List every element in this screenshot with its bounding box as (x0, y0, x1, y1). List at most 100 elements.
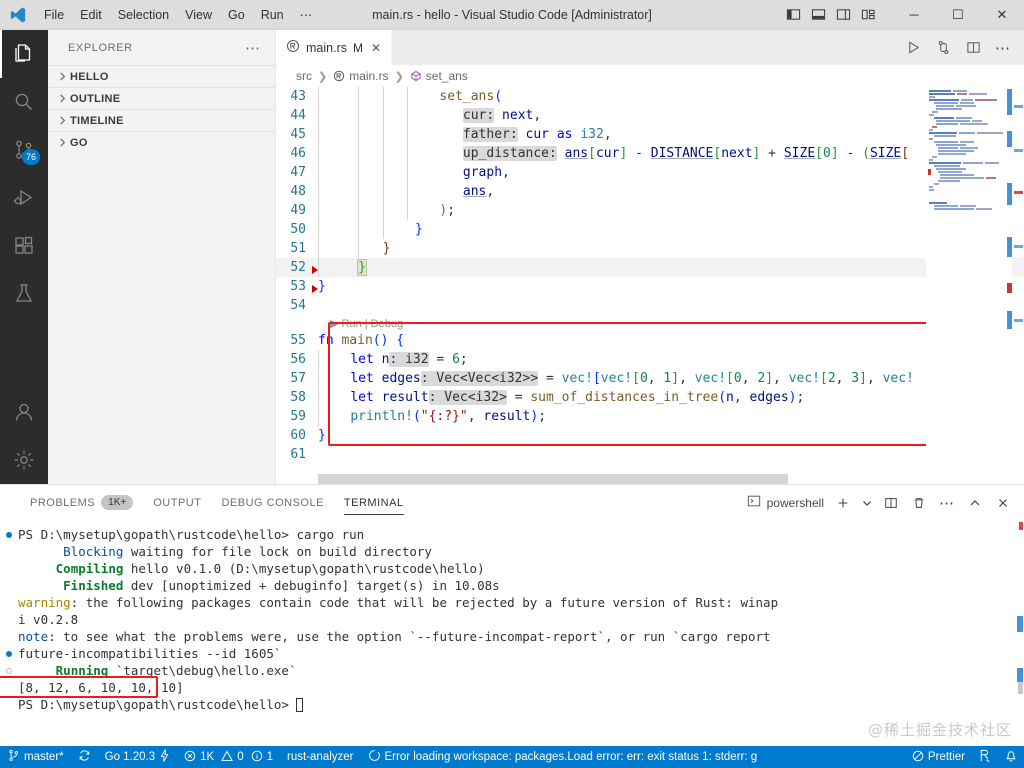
activity-explorer[interactable] (0, 30, 48, 78)
info-count: 1 (266, 751, 274, 763)
source-control-badge: 76 (21, 149, 40, 165)
codelens-run-debug[interactable]: ▶ Run | Debug (276, 315, 1024, 331)
tab-debug-console[interactable]: DEBUG CONSOLE (211, 485, 333, 520)
menu-edit[interactable]: Edit (72, 4, 110, 26)
code-line-60[interactable]: 60} (276, 426, 1024, 445)
split-changes-icon[interactable] (934, 39, 952, 57)
breadcrumb-item-file[interactable]: main.rs (333, 69, 389, 83)
code-line-56[interactable]: 56 let n: i32 = 6; (276, 350, 1024, 369)
breadcrumb-item-symbol[interactable]: set_ans (410, 69, 468, 83)
bell-icon (1005, 749, 1017, 765)
sidebar-item-outline[interactable]: OUTLINE (48, 87, 275, 109)
status-notifications[interactable] (998, 746, 1024, 768)
status-rust-analyzer[interactable]: rust-analyzer (280, 746, 360, 768)
chevron-right-icon (54, 72, 70, 81)
toggle-secondary-sidebar-icon[interactable] (834, 5, 853, 24)
code-line-53[interactable]: 53} (276, 277, 1024, 296)
code-line-47[interactable]: 47 graph, (276, 163, 1024, 182)
menu-run[interactable]: Run (253, 4, 292, 26)
code-line-61[interactable]: 61 (276, 445, 1024, 464)
tab-output[interactable]: OUTPUT (143, 485, 211, 520)
rust-file-icon (286, 39, 300, 56)
panel-actions: powershell ⋯ (747, 494, 1024, 512)
terminal-prompt-line[interactable]: PS D:\mysetup\gopath\rustcode\hello> (18, 696, 1024, 713)
code-line-54[interactable]: 54 (276, 296, 1024, 315)
menu-view[interactable]: View (177, 4, 220, 26)
maximize-button[interactable]: ☐ (936, 0, 980, 30)
code-line-45[interactable]: 45 father: cur as i32, (276, 125, 1024, 144)
tab-close-icon[interactable]: ✕ (371, 41, 381, 55)
breadcrumb-separator-icon: ❯ (394, 70, 404, 83)
status-radon[interactable] (972, 746, 998, 768)
sidebar-item-hello[interactable]: HELLO (48, 65, 275, 87)
menu-file[interactable]: File (36, 4, 72, 26)
minimize-button[interactable]: ─ (892, 0, 936, 30)
activity-extensions[interactable] (0, 222, 48, 270)
code-line-58[interactable]: 58 let result: Vec<i32> = sum_of_distanc… (276, 388, 1024, 407)
maximize-panel-icon[interactable] (966, 494, 984, 512)
menu-go[interactable]: Go (220, 4, 253, 26)
new-terminal-icon[interactable] (834, 494, 852, 512)
files-icon (15, 44, 31, 62)
sidebar-item-go[interactable]: GO (48, 131, 275, 153)
activity-search[interactable] (0, 78, 48, 126)
code-line-50[interactable]: 50 } (276, 220, 1024, 239)
tab-main-rs[interactable]: main.rs M ✕ (276, 30, 393, 65)
code-line-52[interactable]: 52 } (276, 258, 1024, 277)
code-line-59[interactable]: 59 println!("{:?}", result); (276, 407, 1024, 426)
menu-more[interactable]: ⋯ (292, 4, 321, 26)
terminal-scrollbar[interactable] (1012, 520, 1024, 746)
sync-icon (78, 749, 91, 765)
menu-selection[interactable]: Selection (110, 4, 177, 26)
status-problems[interactable]: 1K 0 1 (177, 746, 280, 768)
more-actions-icon[interactable]: ⋯ (938, 494, 956, 512)
code-line-43[interactable]: 43 set_ans( (276, 87, 1024, 106)
code-line-51[interactable]: 51 } (276, 239, 1024, 258)
close-button[interactable]: ✕ (980, 0, 1024, 30)
run-code-icon[interactable] (904, 39, 922, 57)
status-sync[interactable] (71, 746, 98, 768)
code-line-44[interactable]: 44 cur: next, (276, 106, 1024, 125)
split-editor-icon[interactable] (964, 39, 982, 57)
sidebar-more-icon[interactable]: ⋯ (245, 39, 267, 57)
layout-controls[interactable] (784, 5, 892, 24)
menu-bar[interactable]: File Edit Selection View Go Run ⋯ (36, 4, 320, 26)
code-line-49[interactable]: 49 ); (276, 201, 1024, 220)
editor-scrollbar-vertical[interactable] (1012, 87, 1024, 484)
code-line-46[interactable]: 46 up_distance: ans[cur] - DISTANCE[next… (276, 144, 1024, 163)
more-actions-icon[interactable]: ⋯ (994, 39, 1012, 57)
kill-terminal-icon[interactable] (910, 494, 928, 512)
tab-terminal[interactable]: TERMINAL (334, 485, 414, 520)
activity-settings[interactable] (0, 436, 48, 484)
split-terminal-icon[interactable] (882, 494, 900, 512)
terminal-line: Compiling hello v0.1.0 (D:\mysetup\gopat… (55, 561, 485, 576)
code-line-48[interactable]: 48 ans, (276, 182, 1024, 201)
line-number: 50 (290, 222, 306, 237)
terminal-selector[interactable]: powershell (747, 494, 824, 511)
sidebar-item-timeline[interactable]: TIMELINE (48, 109, 275, 131)
source-control-icon (7, 749, 20, 765)
code-line-55[interactable]: 55 fn main() { (276, 331, 1024, 350)
loading-icon (368, 749, 381, 765)
activity-run-debug[interactable] (0, 174, 48, 222)
status-branch[interactable]: master* (0, 746, 71, 768)
minimap[interactable] (926, 87, 1012, 484)
tab-problems[interactable]: PROBLEMS 1K+ (20, 485, 143, 520)
panel: PROBLEMS 1K+ OUTPUT DEBUG CONSOLE TERMIN… (0, 484, 1024, 746)
code-line-57[interactable]: 57 let edges: Vec<Vec<i32>> = vec![vec![… (276, 369, 1024, 388)
breadcrumb-item-src[interactable]: src (296, 69, 312, 83)
editor-scrollbar-horizontal[interactable] (318, 474, 788, 484)
status-prettier[interactable]: Prettier (905, 746, 972, 768)
activity-accounts[interactable] (0, 388, 48, 436)
close-panel-icon[interactable] (994, 494, 1012, 512)
activity-source-control[interactable]: 76 (0, 126, 48, 174)
toggle-primary-sidebar-icon[interactable] (784, 5, 803, 24)
activity-testing[interactable] (0, 270, 48, 318)
toggle-panel-icon[interactable] (809, 5, 828, 24)
status-workspace-error[interactable]: Error loading workspace: packages.Load e… (361, 746, 765, 768)
customize-layout-icon[interactable] (859, 5, 878, 24)
terminal-dropdown-icon[interactable] (862, 494, 872, 512)
code-editor[interactable]: 43 set_ans( 44 cur: next, 45 father: cur… (276, 87, 1024, 484)
terminal-output[interactable]: PS D:\mysetup\gopath\rustcode\hello> car… (0, 520, 1024, 746)
status-go-version[interactable]: Go 1.20.3 (98, 746, 178, 768)
